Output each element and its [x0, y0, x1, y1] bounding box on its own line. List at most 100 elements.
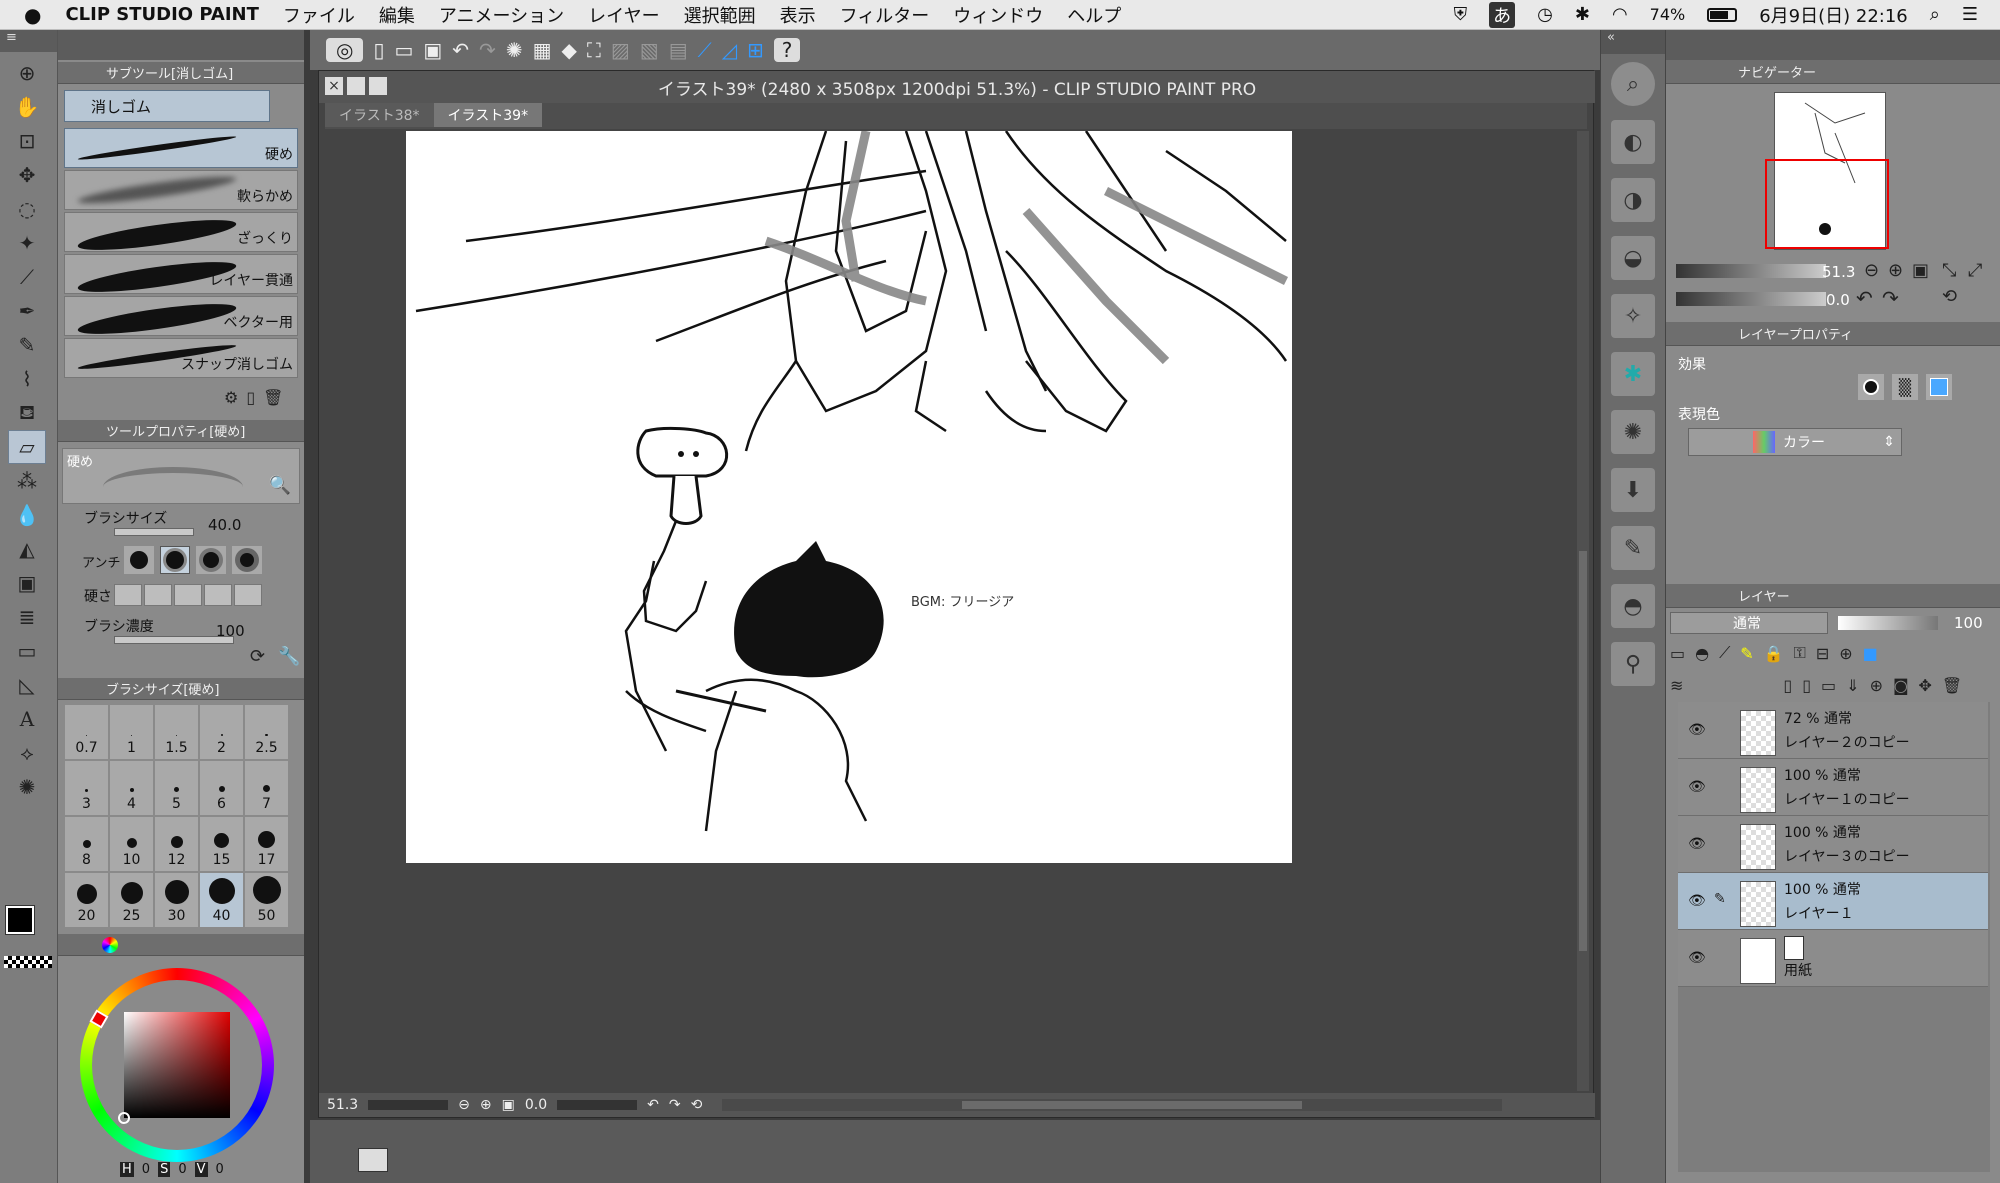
- clip-icon[interactable]: ⊟: [1816, 644, 1829, 663]
- snap-ruler-icon[interactable]: ⟋: [698, 38, 712, 62]
- battery-icon[interactable]: [1707, 7, 1738, 22]
- zoom-tool-icon[interactable]: ⊕: [8, 56, 46, 90]
- material-icon-5[interactable]: ✱: [1611, 352, 1655, 396]
- layer-color-effect-icon[interactable]: [1926, 374, 1952, 400]
- balloon-tool-icon[interactable]: ⟡: [8, 736, 46, 770]
- density-slider[interactable]: [114, 636, 234, 644]
- lock-icon[interactable]: 🔒: [1764, 644, 1784, 663]
- rotate-slider[interactable]: [557, 1100, 638, 1110]
- selection-tool-icon[interactable]: ◌: [8, 192, 46, 226]
- navigator-flip-h-icon[interactable]: ⤡: [1942, 260, 1956, 281]
- navigator-zoom-out-icon[interactable]: ⊖: [1864, 260, 1879, 281]
- menu-layer[interactable]: レイヤー: [588, 2, 659, 28]
- correction-tool-icon[interactable]: ✺: [8, 770, 46, 804]
- tool-reset-icon[interactable]: ⟳: [250, 646, 265, 667]
- hardness-steps[interactable]: [114, 584, 262, 606]
- shield-icon[interactable]: ⛨: [1454, 4, 1468, 25]
- anti-weak-button[interactable]: [160, 546, 190, 574]
- sv-marker[interactable]: [118, 1112, 130, 1124]
- material-icon-1[interactable]: ◐: [1611, 120, 1655, 164]
- layer-color-icon[interactable]: ▭: [1670, 644, 1685, 663]
- snap-special-ruler-icon[interactable]: ◿: [722, 38, 737, 62]
- eye-icon[interactable]: 👁: [1688, 722, 1706, 738]
- transform-icon[interactable]: ⛶: [587, 38, 601, 62]
- material-icon-6[interactable]: ✺: [1611, 410, 1655, 454]
- tone-effect-icon[interactable]: ▒: [1892, 374, 1918, 400]
- brush-size-cell[interactable]: 5: [154, 760, 199, 816]
- layer-opacity-slider[interactable]: [1838, 616, 1938, 630]
- brush-size-cell[interactable]: 40: [199, 872, 244, 928]
- brush-item-snap[interactable]: スナップ消しゴム: [64, 338, 298, 378]
- menu-file[interactable]: ファイル: [283, 2, 355, 28]
- eye-icon[interactable]: 👁: [1688, 779, 1706, 795]
- clip-studio-icon[interactable]: ◎: [326, 38, 364, 62]
- brush-size-cell[interactable]: 1.5: [154, 704, 199, 760]
- brush-size-cell[interactable]: 1: [109, 704, 154, 760]
- subtool-group-tab[interactable]: 消しゴム: [64, 90, 270, 122]
- saturation-value-square[interactable]: [124, 1012, 230, 1118]
- new-raster-layer-icon[interactable]: ▯: [1783, 676, 1792, 695]
- delete-layer-icon[interactable]: 🗑: [1942, 676, 1962, 695]
- notification-center-icon[interactable]: ☰: [1962, 4, 1978, 25]
- layer-row[interactable]: 👁 ✎ 100 % 通常 レイヤー１: [1678, 873, 1988, 930]
- drawing-canvas[interactable]: BGM: フリージア: [406, 131, 1292, 863]
- navigator-rotate-slider[interactable]: [1676, 292, 1826, 306]
- draft-icon[interactable]: ✎: [1740, 644, 1753, 663]
- figure-tool-icon[interactable]: ≣: [8, 600, 46, 634]
- navigator-rotate-right-icon[interactable]: ↷: [1882, 286, 1899, 310]
- brush-size-cell[interactable]: 50: [244, 872, 289, 928]
- reference-icon[interactable]: ⊕: [1839, 644, 1852, 663]
- menu-view[interactable]: 表示: [780, 2, 816, 28]
- help-icon[interactable]: ?: [773, 38, 801, 62]
- navigator-zoom-in-icon[interactable]: ⊕: [1888, 260, 1903, 281]
- pen-tool-icon[interactable]: ✒: [8, 294, 46, 328]
- menu-selection[interactable]: 選択範囲: [684, 2, 756, 28]
- move-layer-tool-icon[interactable]: ✥: [8, 158, 46, 192]
- navigator-viewport[interactable]: [1765, 159, 1889, 249]
- status-angle[interactable]: 0.0: [525, 1097, 547, 1113]
- material-icon-2[interactable]: ◑: [1611, 178, 1655, 222]
- zoom-in-icon[interactable]: ⊕: [480, 1097, 492, 1113]
- new-folder-icon[interactable]: ▭: [1821, 676, 1836, 695]
- eye-icon[interactable]: 👁: [1688, 893, 1706, 909]
- brush-tool-icon[interactable]: ⌇: [8, 362, 46, 396]
- brush-size-cell[interactable]: 2: [199, 704, 244, 760]
- rotate-right-icon[interactable]: ↷: [669, 1097, 681, 1113]
- brush-size-slider[interactable]: [114, 528, 194, 536]
- rotate-left-icon[interactable]: ↶: [647, 1097, 659, 1113]
- timeline-tab-icon[interactable]: [358, 1148, 388, 1172]
- invert-selection-icon[interactable]: ▧: [640, 38, 659, 62]
- eye-icon[interactable]: 👁: [1688, 950, 1706, 966]
- undo-icon[interactable]: ↶: [452, 38, 469, 62]
- transparent-color-swatch[interactable]: [4, 956, 52, 968]
- layer-opacity-value[interactable]: 100: [1954, 614, 1983, 632]
- layer-row[interactable]: 👁 72 % 通常 レイヤー２のコピー: [1678, 702, 1988, 759]
- material-icon-9[interactable]: ◓: [1611, 584, 1655, 628]
- operation-tool-icon[interactable]: ⊡: [8, 124, 46, 158]
- eraser-tool-icon[interactable]: ▱: [8, 430, 46, 464]
- bucket-tool-icon[interactable]: ◭: [8, 532, 46, 566]
- lock-transparent-icon[interactable]: ⚿: [1794, 643, 1806, 663]
- anti-none-button[interactable]: [124, 546, 154, 574]
- merge-down-icon[interactable]: ⊕: [1870, 676, 1883, 695]
- brush-item-soft[interactable]: 軟らかめ: [64, 170, 298, 210]
- material-icon-10[interactable]: ⚲: [1611, 642, 1655, 686]
- menu-window[interactable]: ウィンドウ: [953, 2, 1043, 28]
- reset-rotate-icon[interactable]: ⟲: [691, 1097, 703, 1113]
- vertical-scrollbar[interactable]: [1577, 131, 1589, 1091]
- navigator-angle[interactable]: 0.0: [1826, 291, 1850, 309]
- brush-size-cell[interactable]: 30: [154, 872, 199, 928]
- menu-help[interactable]: ヘルプ: [1067, 2, 1121, 28]
- zoom-slider[interactable]: [368, 1100, 449, 1110]
- menu-filter[interactable]: フィルター: [840, 2, 930, 28]
- menu-edit[interactable]: 編集: [379, 2, 415, 28]
- brush-size-cell[interactable]: 8: [64, 816, 109, 872]
- zoom-out-icon[interactable]: ⊖: [458, 1097, 470, 1113]
- color-wheel-tab-icon[interactable]: [102, 936, 118, 953]
- main-color-swatch[interactable]: [5, 905, 35, 935]
- brush-size-value[interactable]: 40.0: [208, 516, 241, 534]
- status-zoom[interactable]: 51.3: [327, 1097, 358, 1113]
- new-subtool-icon[interactable]: ▯: [246, 388, 255, 407]
- layer-row[interactable]: 👁 100 % 通常 レイヤー１のコピー: [1678, 759, 1988, 816]
- app-menu[interactable]: CLIP STUDIO PAINT: [65, 4, 258, 25]
